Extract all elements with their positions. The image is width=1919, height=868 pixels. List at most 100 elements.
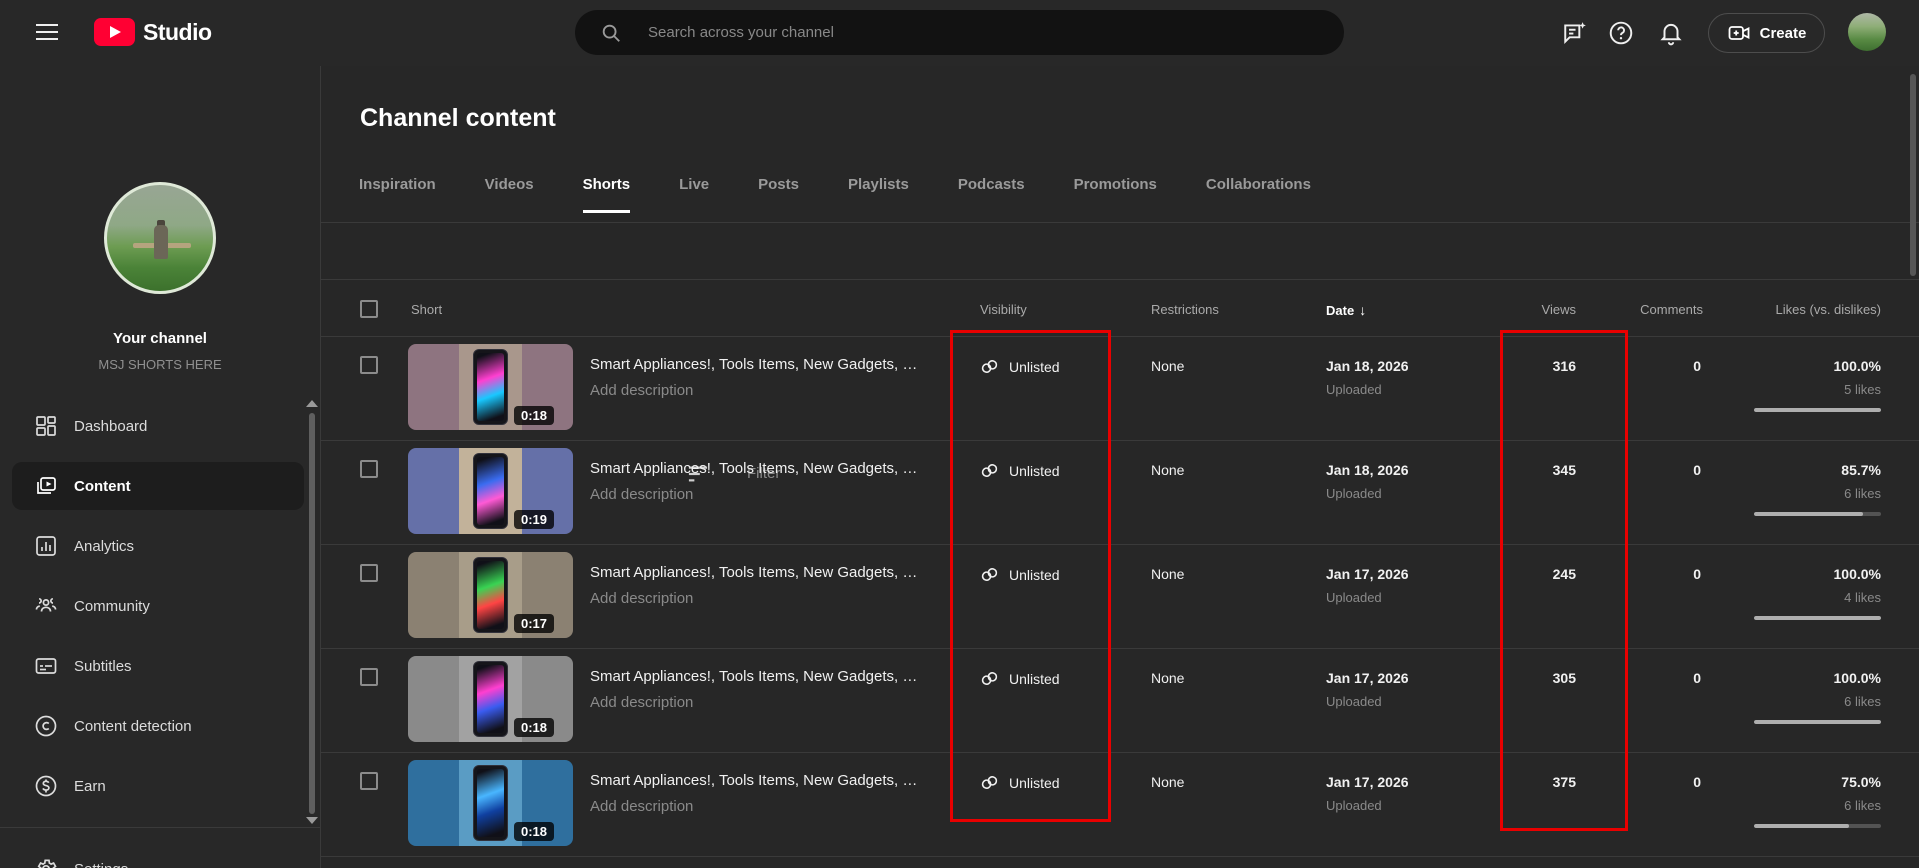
sidebar-scrollbar[interactable] (309, 413, 315, 814)
hamburger-menu-icon[interactable] (36, 23, 58, 41)
row-checkbox[interactable] (360, 772, 378, 790)
channel-name: MSJ SHORTS HERE (98, 357, 222, 372)
youtube-logo-icon[interactable] (94, 18, 135, 46)
send-feedback-icon[interactable] (1562, 20, 1588, 46)
short-title[interactable]: Smart Appliances!, Tools Items, New Gadg… (590, 356, 917, 373)
short-title[interactable]: Smart Appliances!, Tools Items, New Gadg… (590, 564, 917, 581)
restrictions-cell: None (1151, 774, 1185, 790)
channel-avatar[interactable] (104, 182, 216, 294)
sidebar-item-settings[interactable]: Settings (0, 845, 320, 868)
page-title: Channel content (360, 104, 556, 132)
sidebar-item-earn[interactable]: Earn (0, 762, 320, 810)
sidebar-item-analytics[interactable]: Analytics (0, 522, 320, 570)
link-icon (981, 672, 998, 685)
restrictions-cell: None (1151, 670, 1185, 686)
row-checkbox[interactable] (360, 668, 378, 686)
add-description-link[interactable]: Add description (590, 382, 693, 399)
likes-count: 4 likes (1844, 590, 1881, 605)
scroll-down-icon[interactable] (306, 817, 318, 824)
tab-collaborations[interactable]: Collaborations (1206, 176, 1311, 213)
add-description-link[interactable]: Add description (590, 798, 693, 815)
duration-badge: 0:18 (514, 822, 555, 841)
likes-count: 5 likes (1844, 382, 1881, 397)
column-header-visibility[interactable]: Visibility (980, 302, 1027, 317)
analytics-icon (36, 536, 56, 556)
content-tabs: Inspiration Videos Shorts Live Posts Playlist… (359, 176, 1311, 213)
studio-logo-text[interactable]: Studio (143, 19, 212, 46)
add-description-link[interactable]: Add description (590, 590, 693, 607)
likes-percentage: 85.7% (1841, 462, 1881, 478)
add-description-link[interactable]: Add description (590, 486, 693, 503)
visibility-cell[interactable]: Unlisted (979, 460, 1060, 481)
duration-badge: 0:17 (514, 614, 555, 633)
short-title[interactable]: Smart Appliances!, Tools Items, New Gadg… (590, 668, 917, 685)
add-description-link[interactable]: Add description (590, 694, 693, 711)
column-header-likes[interactable]: Likes (vs. dislikes) (1734, 302, 1881, 317)
tab-promotions[interactable]: Promotions (1074, 176, 1157, 213)
tab-playlists[interactable]: Playlists (848, 176, 909, 213)
help-icon[interactable] (1608, 20, 1634, 46)
dashboard-icon (36, 416, 56, 436)
column-header-restrictions[interactable]: Restrictions (1151, 302, 1219, 317)
column-header-short[interactable]: Short (411, 302, 442, 317)
tab-inspiration[interactable]: Inspiration (359, 176, 436, 213)
visibility-cell[interactable]: Unlisted (979, 668, 1060, 689)
account-avatar[interactable] (1848, 13, 1886, 51)
copyright-icon (35, 715, 57, 737)
tab-live[interactable]: Live (679, 176, 709, 213)
create-button[interactable]: Create (1708, 13, 1825, 53)
likes-percentage: 100.0% (1833, 670, 1881, 686)
search-input[interactable]: Search across your channel (575, 10, 1344, 55)
gear-icon (37, 859, 57, 868)
tab-posts[interactable]: Posts (758, 176, 799, 213)
notifications-bell-icon[interactable] (1658, 20, 1684, 46)
visibility-cell[interactable]: Unlisted (979, 356, 1060, 377)
sidebar-item-content[interactable]: Content (12, 462, 304, 510)
comments-cell: 0 (1693, 774, 1701, 790)
short-title[interactable]: Smart Appliances!, Tools Items, New Gadg… (590, 772, 917, 789)
views-cell: 345 (1552, 462, 1576, 478)
short-title[interactable]: Smart Appliances!, Tools Items, New Gadg… (590, 460, 917, 477)
visibility-label: Unlisted (1009, 566, 1060, 583)
sidebar: Your channel MSJ SHORTS HERE Dashboard Co… (0, 66, 320, 868)
column-header-comments[interactable]: Comments (1600, 302, 1703, 317)
restrictions-cell: None (1151, 566, 1185, 582)
like-ratio-bar (1754, 720, 1881, 724)
community-icon (35, 597, 57, 612)
restrictions-cell: None (1151, 358, 1185, 374)
sidebar-item-community[interactable]: Community (0, 582, 320, 630)
visibility-cell[interactable]: Unlisted (979, 772, 1060, 793)
sidebar-item-dashboard[interactable]: Dashboard (0, 402, 320, 450)
page-scrollbar[interactable] (1910, 74, 1916, 276)
comments-cell: 0 (1693, 358, 1701, 374)
likes-count: 6 likes (1844, 694, 1881, 709)
row-checkbox[interactable] (360, 356, 378, 374)
duration-badge: 0:19 (514, 510, 555, 529)
tab-podcasts[interactable]: Podcasts (958, 176, 1025, 213)
column-header-views[interactable]: Views (1470, 302, 1576, 317)
tab-shorts[interactable]: Shorts (582, 176, 631, 213)
row-checkbox[interactable] (360, 460, 378, 478)
comments-cell: 0 (1693, 670, 1701, 686)
likes-percentage: 100.0% (1833, 358, 1881, 374)
row-divider (321, 440, 1919, 441)
subtitles-icon (35, 658, 57, 674)
sidebar-item-label: Subtitles (74, 657, 132, 675)
youtube-studio-app: Studio Search across your channel Create… (0, 0, 1919, 868)
sidebar-item-subtitles[interactable]: Subtitles (0, 642, 320, 690)
likes-count: 6 likes (1844, 486, 1881, 501)
tab-videos[interactable]: Videos (485, 176, 534, 213)
sidebar-item-content-detection[interactable]: Content detection (0, 702, 320, 750)
like-ratio-bar (1754, 512, 1881, 516)
like-ratio-bar (1754, 616, 1881, 620)
likes-count: 6 likes (1844, 798, 1881, 813)
visibility-cell[interactable]: Unlisted (979, 564, 1060, 585)
row-divider (321, 336, 1919, 337)
scroll-up-icon[interactable] (306, 400, 318, 407)
select-all-checkbox[interactable] (360, 300, 378, 318)
filter-bar[interactable]: Filter (321, 223, 1919, 482)
column-header-date[interactable]: Date ↓ (1326, 302, 1366, 318)
your-channel-label: Your channel (113, 330, 207, 347)
sidebar-content-divider (320, 66, 321, 868)
row-checkbox[interactable] (360, 564, 378, 582)
